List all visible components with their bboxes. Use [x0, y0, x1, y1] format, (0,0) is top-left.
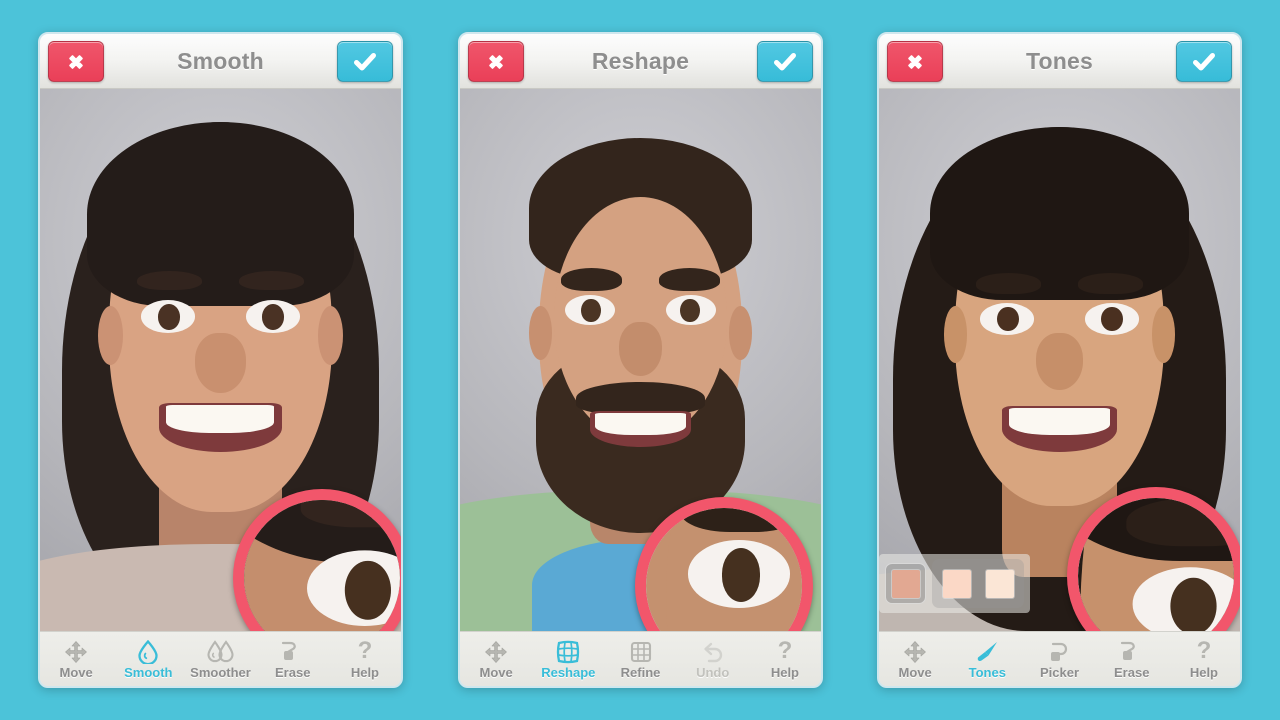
tool-label: Help: [350, 665, 379, 680]
tool-label: Reshape: [541, 665, 596, 680]
tool-undo[interactable]: Undo: [677, 632, 749, 686]
magnifier-loupe[interactable]: [1067, 487, 1240, 631]
tone-swatch-1[interactable]: [885, 563, 926, 604]
tool-label: Smoother: [190, 665, 251, 680]
tool-help[interactable]: ? Help: [749, 632, 821, 686]
checkmark-icon: [354, 52, 376, 70]
cancel-button[interactable]: [887, 41, 943, 82]
titlebar-smooth: Smooth: [40, 34, 401, 89]
confirm-button[interactable]: [757, 41, 813, 82]
checkmark-icon: [774, 52, 796, 70]
move-arrows-icon: [484, 638, 508, 664]
water-drop-icon: [137, 638, 159, 664]
svg-text:?: ?: [778, 638, 793, 664]
tool-help[interactable]: ? Help: [1168, 632, 1240, 686]
tool-move[interactable]: Move: [460, 632, 532, 686]
titlebar-tones: Tones: [879, 34, 1240, 89]
tool-label: Help: [770, 665, 799, 680]
tone-swatch-group: [932, 559, 1024, 608]
eraser-icon: [280, 638, 306, 664]
tool-label: Smooth: [124, 665, 173, 680]
tone-swatch-strip: [879, 554, 1030, 613]
tool-label: Move: [479, 665, 513, 680]
double-drop-icon: [206, 638, 235, 664]
tool-erase[interactable]: Erase: [1096, 632, 1168, 686]
toolbar-reshape: Move Reshape Refine Undo ? Help: [460, 631, 821, 686]
confirm-button[interactable]: [337, 41, 393, 82]
tool-label: Undo: [696, 665, 730, 680]
tool-smooth[interactable]: Smooth: [112, 632, 184, 686]
svg-text:?: ?: [358, 638, 373, 664]
panel-smooth: Smooth Move Smooth Smoother Erase ? Help: [38, 32, 403, 688]
photo-canvas-smooth[interactable]: [40, 89, 401, 631]
photo-canvas-tones[interactable]: [879, 89, 1240, 631]
tool-label: Picker: [1039, 665, 1080, 680]
tone-swatch-2[interactable]: [936, 563, 977, 604]
tone-swatch-color: [985, 569, 1014, 598]
loupe-content: [244, 500, 400, 631]
magnifier-loupe[interactable]: [233, 489, 401, 631]
close-x-icon: [69, 54, 83, 69]
cancel-button[interactable]: [48, 41, 104, 82]
photo-canvas-reshape[interactable]: [460, 89, 821, 631]
tone-swatch-color: [942, 569, 971, 598]
titlebar-reshape: Reshape: [460, 34, 821, 89]
tool-label: Refine: [620, 665, 661, 680]
tool-label: Move: [898, 665, 932, 680]
cancel-button[interactable]: [468, 41, 524, 82]
undo-icon: [700, 638, 726, 664]
tool-label: Help: [1189, 665, 1218, 680]
loupe-content: [646, 508, 802, 631]
move-arrows-icon: [64, 638, 88, 664]
tool-move[interactable]: Move: [40, 632, 112, 686]
move-arrows-icon: [903, 638, 927, 664]
tool-label: Tones: [968, 665, 1006, 680]
question-mark-icon: ?: [1195, 638, 1213, 664]
tool-label: Erase: [1114, 665, 1150, 680]
eyedropper-icon: [1047, 638, 1073, 664]
page-title: Smooth: [177, 47, 264, 74]
brush-icon: [974, 638, 1000, 664]
toolbar-tones: Move Tones Picker Erase ? Help: [879, 631, 1240, 686]
tool-smoother[interactable]: Smoother: [184, 632, 256, 686]
tool-label: Move: [59, 665, 93, 680]
svg-text:?: ?: [1197, 638, 1212, 664]
checkmark-icon: [1193, 52, 1215, 70]
page-title: Reshape: [591, 47, 690, 74]
tool-refine[interactable]: Refine: [604, 632, 676, 686]
question-mark-icon: ?: [356, 638, 374, 664]
page-title: Tones: [1025, 47, 1094, 74]
panel-tones: Tones Move Tones Picker Erase ? Help: [877, 32, 1242, 688]
close-x-icon: [908, 54, 922, 69]
grid-icon: [629, 638, 653, 664]
tool-help[interactable]: ? Help: [329, 632, 401, 686]
tool-picker[interactable]: Picker: [1023, 632, 1095, 686]
confirm-button[interactable]: [1176, 41, 1232, 82]
eraser-icon: [1119, 638, 1145, 664]
tool-erase[interactable]: Erase: [257, 632, 329, 686]
magnifier-loupe[interactable]: [635, 497, 813, 631]
tool-reshape[interactable]: Reshape: [532, 632, 604, 686]
tool-label: Erase: [275, 665, 311, 680]
tool-move[interactable]: Move: [879, 632, 951, 686]
tone-swatch-3[interactable]: [979, 563, 1020, 604]
app-background: Smooth Move Smooth Smoother Erase ? Help…: [0, 0, 1280, 720]
close-x-icon: [489, 54, 503, 69]
panel-reshape: Reshape Move Reshape Refine Undo ? Help: [458, 32, 823, 688]
loupe-content: [1078, 498, 1234, 631]
tone-swatch-color: [891, 569, 920, 598]
warp-grid-icon: [555, 638, 581, 664]
toolbar-smooth: Move Smooth Smoother Erase ? Help: [40, 631, 401, 686]
tool-tones[interactable]: Tones: [951, 632, 1023, 686]
question-mark-icon: ?: [776, 638, 794, 664]
